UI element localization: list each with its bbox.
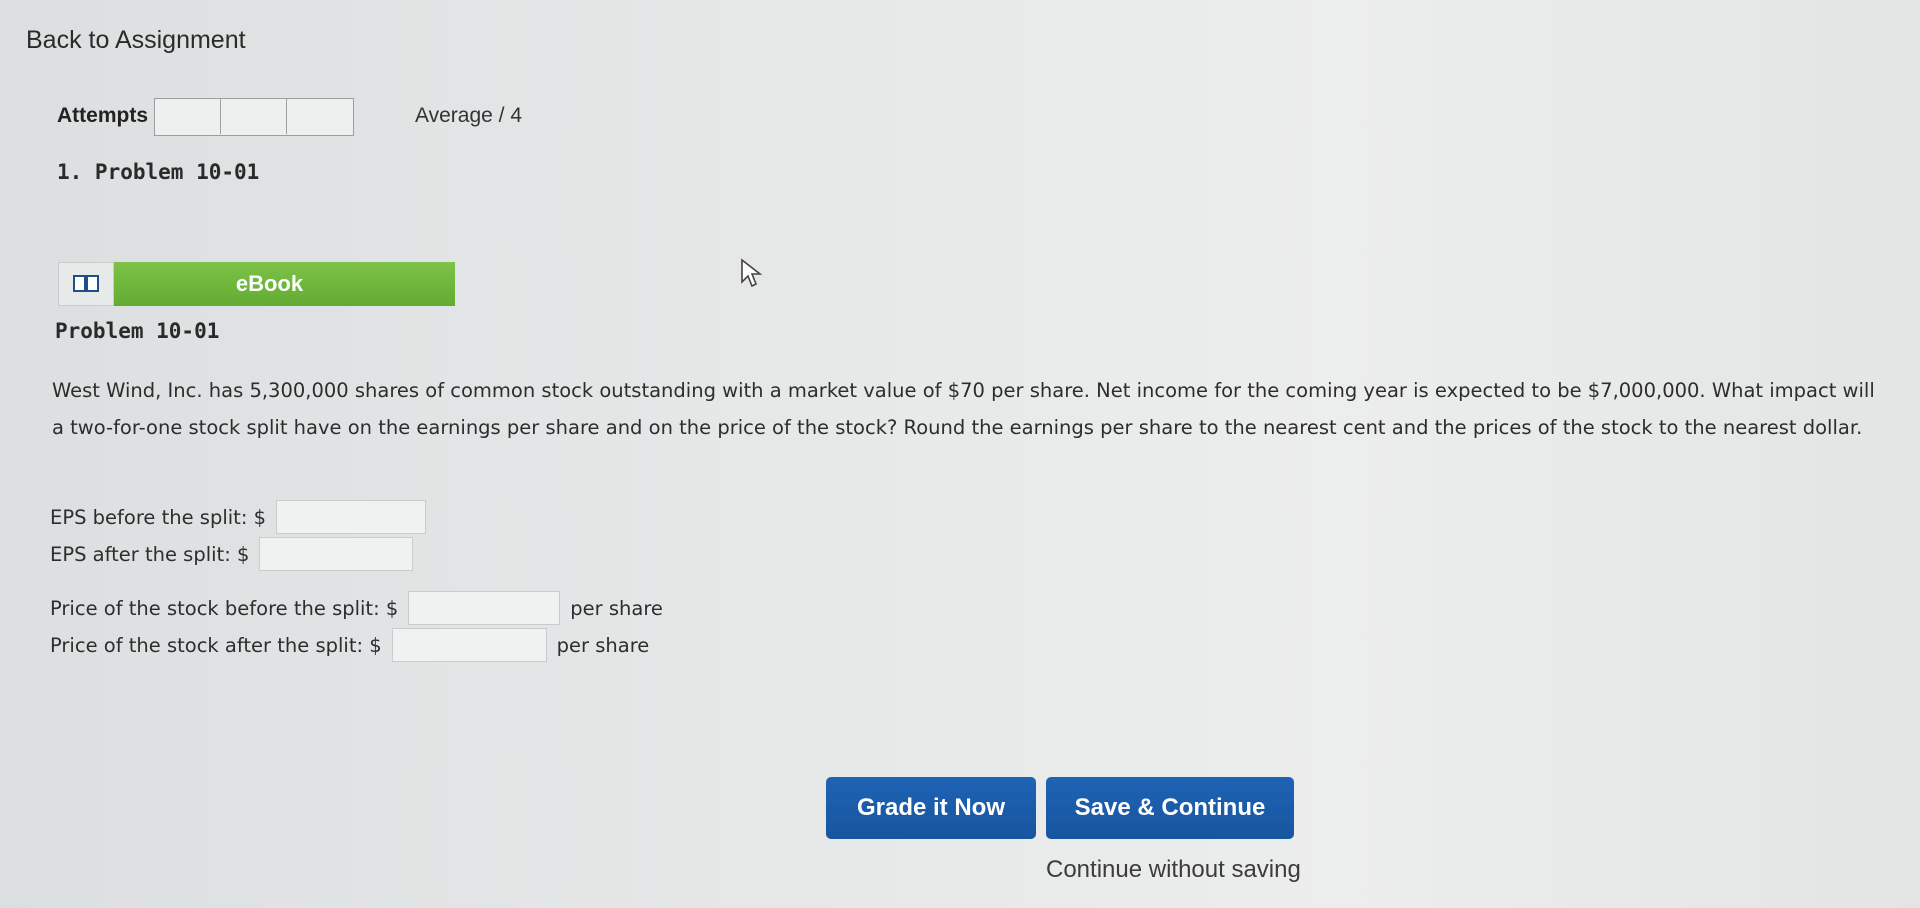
- price-before-unit: per share: [570, 596, 663, 620]
- average-score: Average / 4: [415, 104, 523, 127]
- ebook-button[interactable]: eBook: [58, 262, 455, 306]
- price-after-row: Price of the stock after the split: $ pe…: [50, 628, 649, 662]
- attempts-label: Attempts: [57, 104, 149, 127]
- continue-without-saving-link[interactable]: Continue without saving: [1046, 856, 1301, 884]
- grade-it-now-button[interactable]: Grade it Now: [826, 777, 1036, 839]
- problem-heading: 1. Problem 10-01: [57, 160, 260, 184]
- mouse-pointer-icon: [740, 258, 764, 292]
- ebook-label: eBook: [114, 262, 455, 306]
- eps-after-input[interactable]: [259, 537, 414, 571]
- problem-statement: West Wind, Inc. has 5,300,000 shares of …: [52, 379, 1875, 439]
- back-to-assignment-link[interactable]: Back to Assignment: [26, 26, 246, 55]
- price-after-unit: per share: [556, 633, 650, 657]
- book-icon: [58, 262, 114, 306]
- price-before-label: Price of the stock before the split: $: [50, 596, 399, 620]
- price-before-row: Price of the stock before the split: $ p…: [50, 591, 663, 625]
- problem-title: Problem 10-01: [55, 319, 220, 343]
- price-after-input[interactable]: [391, 628, 547, 662]
- attempt-indicator: [154, 98, 354, 136]
- eps-after-row: EPS after the split: $: [50, 537, 414, 571]
- price-before-input[interactable]: [408, 591, 561, 625]
- eps-before-input[interactable]: [276, 500, 427, 534]
- price-after-label: Price of the stock after the split: $: [50, 633, 382, 657]
- attempt-box-3: [287, 99, 353, 134]
- eps-before-label: EPS before the split: $: [50, 505, 267, 529]
- eps-before-row: EPS before the split: $: [50, 500, 427, 534]
- attempt-box-2: [221, 99, 287, 134]
- eps-after-label: EPS after the split: $: [50, 542, 250, 566]
- save-and-continue-button[interactable]: Save & Continue: [1046, 777, 1294, 839]
- attempt-box-1: [155, 99, 221, 134]
